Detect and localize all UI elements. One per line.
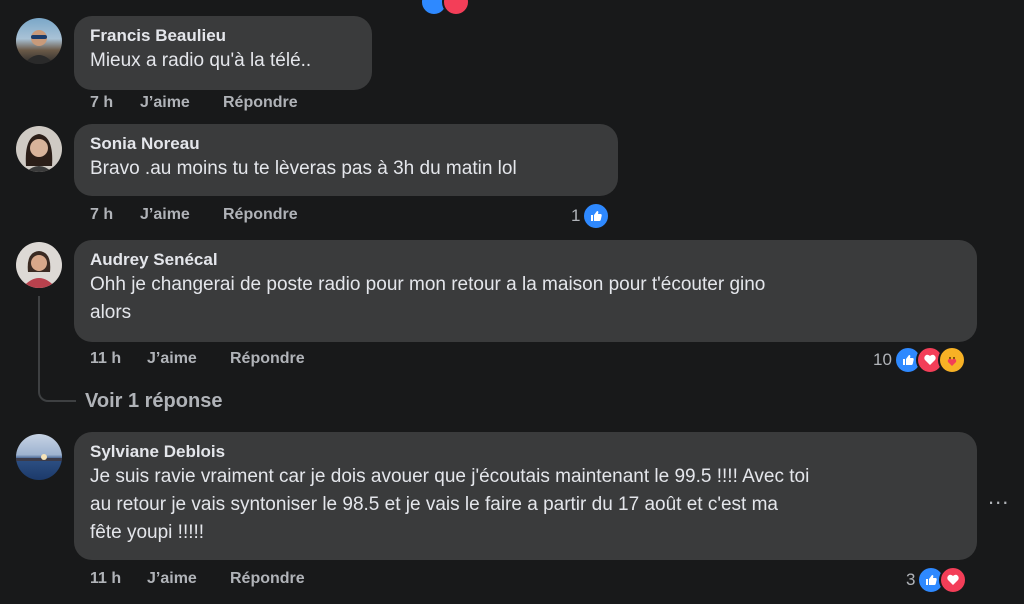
reply-button[interactable]: Répondre: [223, 94, 298, 112]
reaction-summary[interactable]: 3: [906, 566, 968, 594]
comment-text-line-3: fête youpi !!!!!: [90, 522, 205, 543]
reaction-count: 3: [906, 570, 916, 589]
love-icon: [442, 0, 470, 16]
comment-author[interactable]: Francis Beaulieu: [90, 25, 356, 47]
comment-time[interactable]: 11 h: [90, 570, 147, 588]
comment-text-line-2: au retour je vais syntoniser le 98.5 et …: [90, 494, 778, 515]
reaction-summary[interactable]: 1: [571, 202, 611, 230]
comment-bubble: Francis Beaulieu Mieux a radio qu'à la t…: [74, 16, 372, 90]
comment-author[interactable]: Sylviane Deblois: [90, 441, 961, 463]
comment-time[interactable]: 7 h: [90, 206, 140, 224]
more-options-icon[interactable]: ...: [988, 484, 1009, 510]
love-icon: [939, 566, 968, 594]
like-button[interactable]: J’aime: [147, 350, 230, 368]
avatar[interactable]: [16, 126, 62, 172]
comment-text: Mieux a radio qu'à la télé..: [90, 50, 312, 71]
view-replies-link[interactable]: Voir 1 réponse: [85, 390, 222, 413]
reply-button[interactable]: Répondre: [230, 570, 305, 588]
comment-actions: 11 h J’aime Répondre: [90, 570, 305, 588]
comment-author[interactable]: Sonia Noreau: [90, 133, 602, 155]
avatar[interactable]: [16, 434, 62, 480]
comment-text-line-2: alors: [90, 302, 132, 323]
like-button[interactable]: J’aime: [140, 206, 223, 224]
avatar[interactable]: [16, 18, 62, 64]
comment-bubble: Sylviane Deblois Je suis ravie vraiment …: [74, 432, 977, 560]
comment-text-line-1: Ohh je changerai de poste radio pour mon…: [90, 274, 766, 295]
comment-author[interactable]: Audrey Senécal: [90, 249, 961, 271]
reaction-summary[interactable]: 10: [873, 346, 966, 374]
comment-bubble: Audrey Senécal Ohh je changerai de poste…: [74, 240, 977, 342]
comment-actions: 7 h J’aime Répondre: [90, 206, 298, 224]
comment-text-line-1: Je suis ravie vraiment car je dois avoue…: [90, 466, 810, 487]
comment-actions: 7 h J’aime Répondre: [90, 94, 298, 112]
comment-bubble: Sonia Noreau Bravo .au moins tu te lèver…: [74, 124, 618, 196]
like-button[interactable]: J’aime: [147, 570, 230, 588]
reaction-count: 1: [571, 206, 581, 225]
like-button[interactable]: J’aime: [140, 94, 223, 112]
like-icon: [582, 202, 611, 230]
reply-button[interactable]: Répondre: [230, 350, 305, 368]
reaction-count: 10: [873, 350, 892, 369]
comment-text: Bravo .au moins tu te lèveras pas à 3h d…: [90, 158, 517, 179]
comment-actions: 11 h J’aime Répondre: [90, 350, 305, 368]
partial-reactions-top: [418, 0, 470, 16]
care-icon: [937, 346, 966, 374]
reply-button[interactable]: Répondre: [223, 206, 298, 224]
comment-time[interactable]: 7 h: [90, 94, 140, 112]
reply-thread-line: [38, 296, 76, 402]
comment-time[interactable]: 11 h: [90, 350, 147, 368]
avatar[interactable]: [16, 242, 62, 288]
